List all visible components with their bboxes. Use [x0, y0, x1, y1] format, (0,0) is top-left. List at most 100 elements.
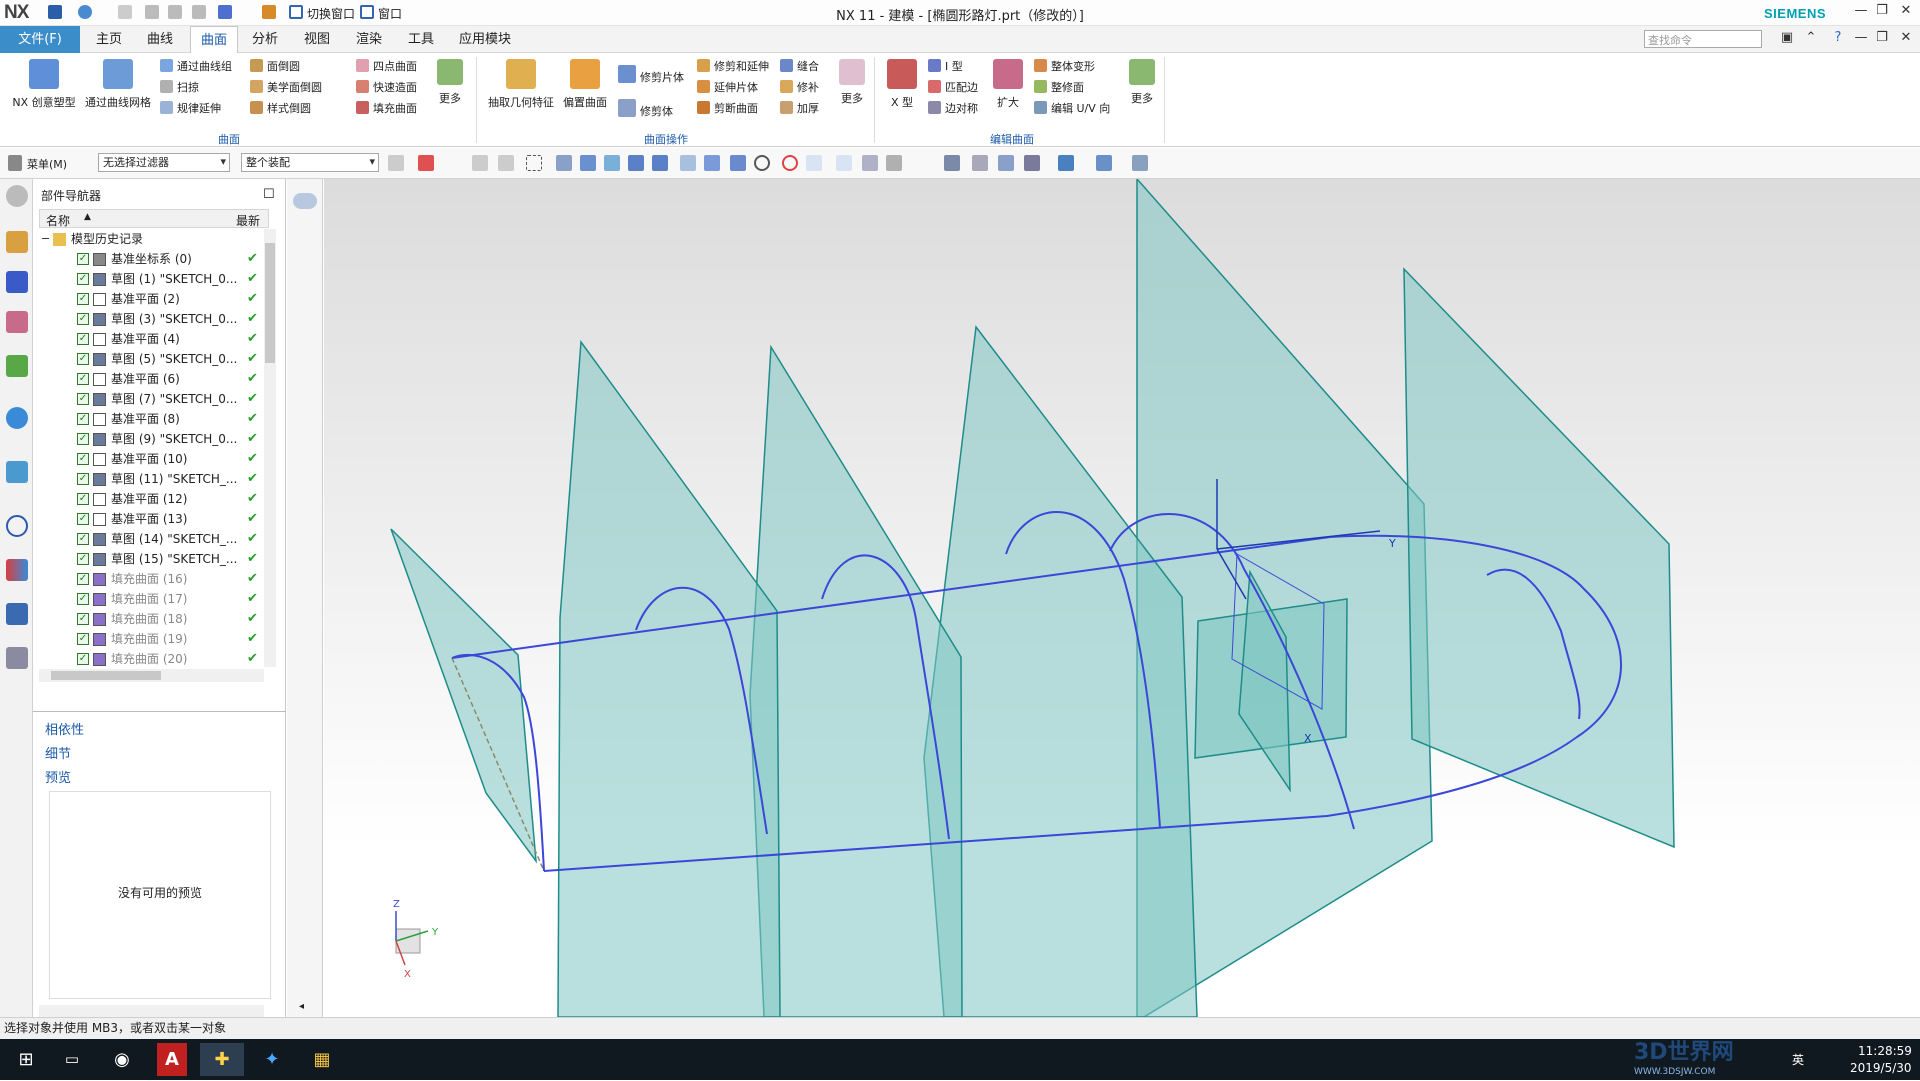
x-form-button[interactable]: X 型 — [882, 59, 922, 110]
ops-more-button[interactable]: 更多 — [834, 59, 870, 106]
tree-item[interactable]: ✓ 基准平面 (4) ✔ — [39, 329, 263, 349]
visibility-checkbox[interactable]: ✓ — [77, 413, 89, 425]
surface-more-button[interactable]: 更多 — [432, 59, 468, 106]
spline-icon[interactable] — [704, 155, 720, 171]
latest-column-header[interactable]: 最新 — [236, 212, 260, 229]
assembly-scope-select[interactable]: 整个装配 — [241, 153, 379, 172]
ime-indicator[interactable]: 英 — [1792, 1051, 1804, 1069]
tool-app-icon[interactable]: ✦ — [250, 1043, 294, 1076]
offset-surface-button[interactable]: 偏置曲面 — [560, 59, 610, 110]
line-icon[interactable] — [836, 155, 852, 171]
quadrant-icon[interactable] — [782, 155, 798, 171]
part-navigator-icon[interactable] — [6, 311, 28, 333]
tree-root[interactable]: − 模型历史记录 — [39, 229, 263, 249]
trim-extend-button[interactable]: 修剪和延伸 — [697, 59, 769, 75]
details-section[interactable]: 细节 — [45, 743, 71, 762]
tree-item[interactable]: ✓ 草图 (9) "SKETCH_0... ✔ — [39, 429, 263, 449]
visibility-checkbox[interactable]: ✓ — [77, 293, 89, 305]
task-view-icon[interactable]: ▭ — [50, 1043, 94, 1076]
tree-item[interactable]: ✓ 草图 (14) "SKETCH_... ✔ — [39, 529, 263, 549]
copy-icon[interactable] — [168, 5, 182, 19]
visibility-checkbox[interactable]: ✓ — [77, 513, 89, 525]
tree-vertical-scrollbar[interactable] — [264, 229, 276, 667]
enlarge-button[interactable]: 扩大 — [988, 59, 1028, 110]
visibility-checkbox[interactable]: ✓ — [77, 453, 89, 465]
minimize-button[interactable]: — — [1850, 3, 1872, 21]
tab-view[interactable]: 视图 — [296, 26, 338, 53]
divide-face-button[interactable]: 剪断曲面 — [697, 101, 758, 117]
tab-surface[interactable]: 曲面 — [190, 26, 238, 53]
datum-plane[interactable] — [390, 528, 537, 864]
edit-more-button[interactable]: 更多 — [1124, 59, 1160, 106]
tree-item[interactable]: ✓ 填充曲面 (20) ✔ — [39, 649, 263, 667]
tab-render[interactable]: 渲染 — [348, 26, 390, 53]
sew-button[interactable]: 缝合 — [780, 59, 819, 75]
history-icon[interactable] — [6, 515, 28, 537]
tree-item[interactable]: ✓ 基准平面 (10) ✔ — [39, 449, 263, 469]
refit-face-button[interactable]: 整修面 — [1034, 80, 1084, 96]
tab-analysis[interactable]: 分析 — [244, 26, 286, 53]
visibility-checkbox[interactable]: ✓ — [77, 493, 89, 505]
rotate-icon[interactable] — [998, 155, 1014, 171]
visibility-checkbox[interactable]: ✓ — [77, 553, 89, 565]
tree-item[interactable]: ✓ 草图 (15) "SKETCH_... ✔ — [39, 549, 263, 569]
datum-plane[interactable] — [749, 344, 963, 1017]
tree-item[interactable]: ✓ 草图 (7) "SKETCH_0... ✔ — [39, 389, 263, 409]
rapid-surface-button[interactable]: 快速造面 — [356, 80, 417, 96]
visibility-checkbox[interactable]: ✓ — [77, 273, 89, 285]
four-point-surface-button[interactable]: 四点曲面 — [356, 59, 417, 75]
tree-item[interactable]: ✓ 填充曲面 (17) ✔ — [39, 589, 263, 609]
file-menu[interactable]: 文件(F) — [0, 26, 80, 53]
save-icon[interactable] — [48, 5, 62, 19]
visibility-checkbox[interactable]: ✓ — [77, 613, 89, 625]
curve-icon[interactable] — [652, 155, 668, 171]
render-style-icon[interactable] — [1058, 155, 1074, 171]
switch-window-icon[interactable] — [289, 5, 303, 19]
edit-uv-direction-button[interactable]: 编辑 U/V 向 — [1034, 101, 1110, 117]
visibility-checkbox[interactable]: ✓ — [77, 473, 89, 485]
nx-app-icon[interactable]: ✚ — [200, 1043, 244, 1076]
switch-window-button[interactable]: 切换窗口 — [307, 5, 355, 22]
paste-icon[interactable] — [192, 5, 206, 19]
app-icon-circle[interactable]: ◉ — [100, 1043, 144, 1076]
arc-icon[interactable] — [680, 155, 696, 171]
fill-surface-button[interactable]: 填充曲面 — [356, 101, 417, 117]
tree-item[interactable]: ✓ 草图 (5) "SKETCH_0... ✔ — [39, 349, 263, 369]
global-shaping-button[interactable]: 整体变形 — [1034, 59, 1095, 75]
thicken-button[interactable]: 加厚 — [780, 101, 819, 117]
web-browser-icon[interactable] — [6, 461, 28, 483]
collapse-ribbon-icon[interactable]: ⌃ — [1800, 30, 1822, 48]
law-extension-button[interactable]: 规律延伸 — [160, 101, 221, 117]
tree-item[interactable]: ✓ 基准平面 (12) ✔ — [39, 489, 263, 509]
select-tool-icon[interactable] — [218, 5, 232, 19]
edge-icon[interactable] — [628, 155, 644, 171]
tree-item[interactable]: ✓ 填充曲面 (19) ✔ — [39, 629, 263, 649]
zoom-icon[interactable] — [972, 155, 988, 171]
tab-home[interactable]: 主页 — [88, 26, 130, 53]
graphics-window[interactable]: Y X Z Y X — [324, 179, 1920, 1017]
name-column-header[interactable]: 名称 — [46, 212, 70, 229]
tree-item[interactable]: ✓ 草图 (3) "SKETCH_0... ✔ — [39, 309, 263, 329]
datum-plane[interactable] — [557, 339, 781, 1017]
close-button[interactable]: ✕ — [1895, 3, 1917, 21]
tree-horizontal-scrollbar[interactable] — [39, 669, 264, 682]
patch-button[interactable]: 修补 — [780, 80, 819, 96]
selection-filter-select[interactable]: 无选择过滤器 — [98, 153, 230, 172]
trim-sheet-button[interactable]: 修剪片体 — [618, 65, 684, 84]
visibility-checkbox[interactable]: ✓ — [77, 373, 89, 385]
visibility-checkbox[interactable]: ✓ — [77, 313, 89, 325]
edge-symmetry-button[interactable]: 边对称 — [928, 101, 978, 117]
visibility-checkbox[interactable]: ✓ — [77, 333, 89, 345]
undo-icon[interactable] — [78, 5, 92, 19]
visibility-checkbox[interactable]: ✓ — [77, 433, 89, 445]
constraint-navigator-icon[interactable] — [6, 271, 28, 293]
model-canvas[interactable]: Y X Z Y X — [324, 179, 1920, 1017]
ribbon-options-icon[interactable]: ▣ — [1776, 30, 1798, 48]
roles-icon[interactable] — [6, 603, 28, 625]
styled-blend-button[interactable]: 样式倒圆 — [250, 101, 311, 117]
aesthetic-face-blend-button[interactable]: 美学面倒圆 — [250, 80, 322, 96]
clock-time[interactable]: 11:28:59 — [1858, 1042, 1912, 1060]
autocad-icon[interactable]: A — [157, 1043, 187, 1076]
windows-start-icon[interactable]: ⊞ — [4, 1043, 48, 1076]
point-icon[interactable] — [730, 155, 746, 171]
